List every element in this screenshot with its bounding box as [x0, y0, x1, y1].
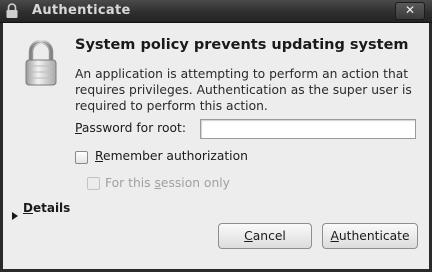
- title-bar[interactable]: Authenticate ✕: [0, 0, 432, 23]
- session-only-label: For this session only: [105, 176, 230, 190]
- dialog-heading: System policy prevents updating system: [75, 37, 409, 53]
- dialog-message: An application is attempting to perform …: [75, 67, 412, 113]
- remember-label-text: emember authorization: [103, 149, 248, 163]
- details-mnemonic: D: [23, 201, 33, 215]
- authenticate-window: Authenticate ✕ System policy prevents up…: [0, 0, 432, 272]
- authenticate-label-text: uthenticate: [338, 229, 410, 243]
- window-title: Authenticate: [32, 3, 131, 18]
- remember-authorization-label[interactable]: Remember authorization: [95, 149, 248, 163]
- session-label-prefix: For this: [105, 176, 155, 190]
- session-label-text: ession only: [160, 176, 230, 190]
- password-input[interactable]: [200, 119, 416, 139]
- close-icon: ✕: [404, 3, 416, 17]
- dialog-body: System policy prevents updating system A…: [3, 23, 429, 269]
- triangle-right-icon[interactable]: [12, 205, 18, 224]
- padlock-icon: [24, 39, 58, 91]
- lock-icon: [5, 3, 19, 23]
- remember-mnemonic: R: [95, 149, 103, 163]
- cancel-label-text: ancel: [252, 229, 286, 243]
- cancel-button[interactable]: Cancel: [218, 223, 312, 249]
- close-button[interactable]: ✕: [395, 2, 425, 20]
- session-only-checkbox: [87, 177, 100, 190]
- details-label-text: etails: [32, 201, 71, 215]
- authenticate-mnemonic: A: [330, 229, 339, 243]
- authenticate-button[interactable]: Authenticate: [322, 223, 418, 249]
- password-label-text: assword for root:: [81, 121, 186, 135]
- password-label: Password for root:: [75, 121, 186, 135]
- cancel-mnemonic: C: [244, 229, 253, 243]
- remember-authorization-checkbox[interactable]: [75, 151, 88, 164]
- password-label-mnemonic: P: [75, 121, 82, 135]
- details-expander[interactable]: Details: [23, 201, 70, 215]
